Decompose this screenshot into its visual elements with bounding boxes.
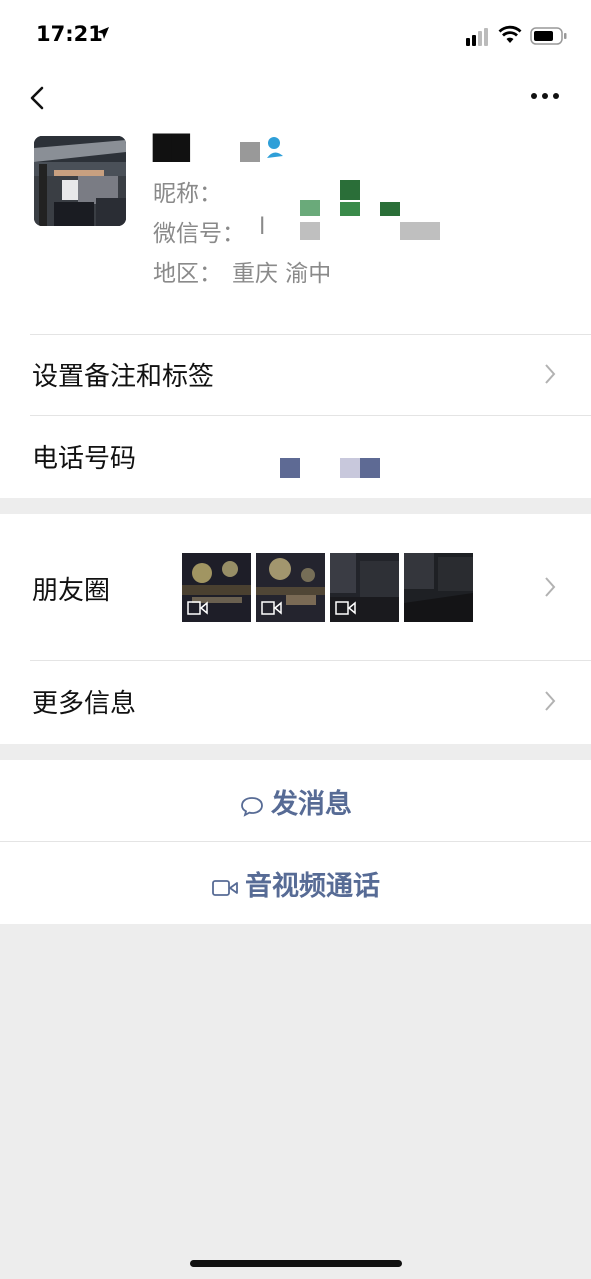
send-message-content: 发消息 <box>0 782 591 821</box>
redacted-block <box>240 142 260 162</box>
redacted-block <box>380 202 400 216</box>
moments-section: 朋友圈 更多信息 <box>0 514 591 744</box>
moments-thumbnail <box>330 553 399 622</box>
battery-icon <box>530 27 567 45</box>
redacted-block <box>400 222 440 240</box>
home-indicator[interactable] <box>190 1260 402 1267</box>
chevron-right-icon <box>545 577 556 597</box>
send-message-label: 发消息 <box>271 789 352 820</box>
more-info-row[interactable]: 更多信息 <box>0 661 591 743</box>
moments-thumbnail <box>182 553 251 622</box>
back-icon[interactable] <box>26 82 56 114</box>
avatar[interactable] <box>34 136 126 226</box>
location-arrow-icon <box>97 27 109 39</box>
profile-card: ██ 昵称： 微信号： l 地区： 重庆 渝中 <box>0 130 591 334</box>
region-value: 重庆 渝中 <box>232 261 332 287</box>
region-label: 地区： <box>153 261 222 287</box>
signal-icon <box>466 28 488 46</box>
moments-photo <box>256 553 325 622</box>
moments-photo <box>182 553 251 622</box>
nickname-label: 昵称： <box>153 181 222 207</box>
phone-label: 电话号码 <box>32 444 137 474</box>
redacted-block <box>340 180 360 200</box>
video-call-icon <box>212 879 238 896</box>
redacted-block <box>280 458 300 478</box>
send-message-button[interactable]: 发消息 <box>0 760 591 842</box>
moments-photo <box>404 553 473 622</box>
more-info-label: 更多信息 <box>32 689 137 719</box>
contact-rows: 设置备注和标签 电话号码 <box>0 334 591 498</box>
avatar-image <box>34 136 126 226</box>
video-call-button[interactable]: 音视频通话 <box>0 842 591 924</box>
moments-row[interactable]: 朋友圈 <box>0 514 591 660</box>
wechat-id-label: 微信号： <box>153 221 245 247</box>
gender-male-icon <box>267 137 283 158</box>
set-remark-row[interactable]: 设置备注和标签 <box>0 334 591 416</box>
chat-bubble-icon <box>241 796 263 817</box>
video-call-content: 音视频通话 <box>0 864 591 903</box>
redacted-block <box>340 458 360 478</box>
more-icon[interactable] <box>525 82 565 110</box>
moments-label: 朋友圈 <box>32 576 111 606</box>
moments-photo <box>330 553 399 622</box>
chevron-right-icon <box>545 691 556 711</box>
redacted-block <box>300 222 320 240</box>
chevron-right-icon <box>545 364 556 384</box>
nav-bar <box>0 70 591 130</box>
redacted-block <box>300 200 320 216</box>
redacted-block <box>360 458 380 478</box>
moments-thumbnail <box>256 553 325 622</box>
profile-name: ██ <box>153 134 190 162</box>
status-time: 17:21 <box>36 22 103 46</box>
set-remark-label: 设置备注和标签 <box>32 362 215 392</box>
video-call-label: 音视频通话 <box>245 871 380 902</box>
wifi-icon <box>498 25 522 43</box>
status-bar: 17:21 <box>0 0 591 70</box>
redacted-block <box>340 202 360 216</box>
action-buttons: 发消息 音视频通话 <box>0 760 591 924</box>
phone-row[interactable]: 电话号码 <box>0 416 591 498</box>
moments-thumbnail <box>404 553 473 622</box>
wechat-id-value: l <box>259 214 266 240</box>
